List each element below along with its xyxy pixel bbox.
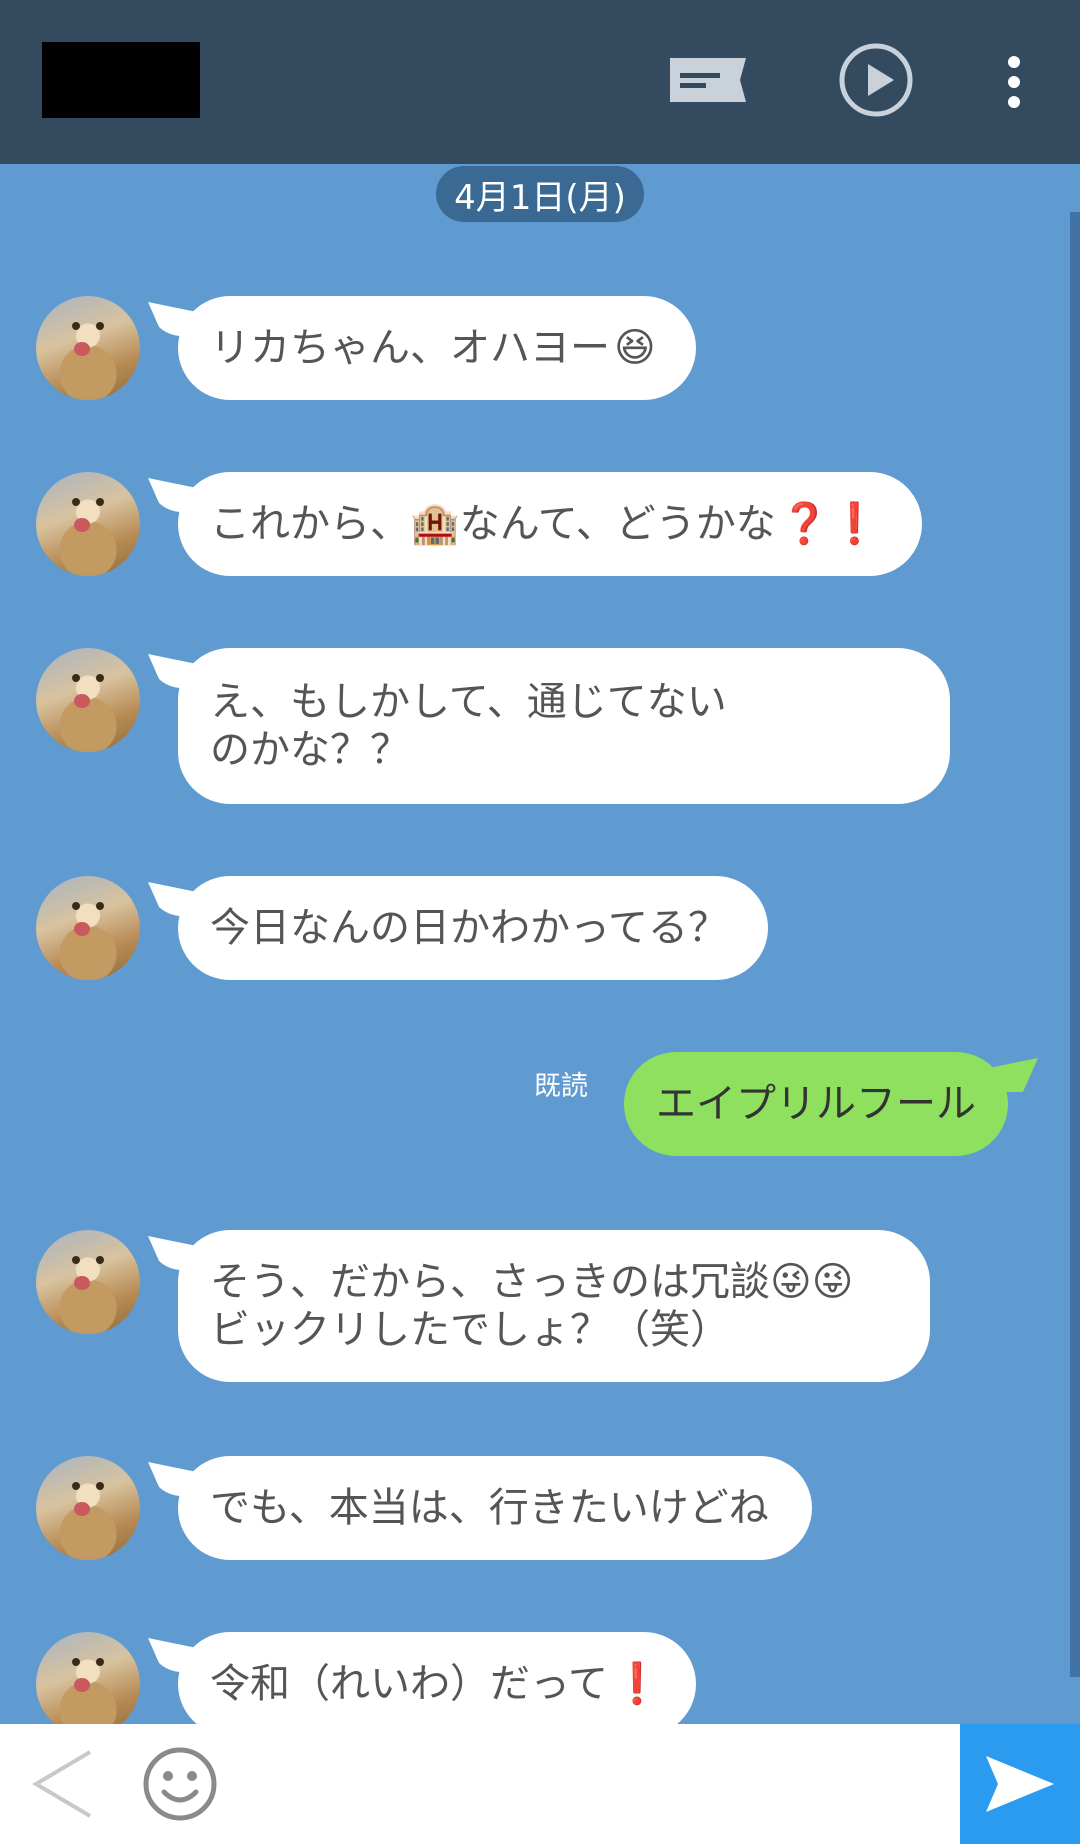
message-text: リカちゃん、オハヨー xyxy=(210,325,610,371)
message-text: これから、🏨なんて、どうかな xyxy=(210,501,776,547)
exclamation-emoji-icon: ❗ xyxy=(612,1661,662,1707)
message-icon[interactable] xyxy=(668,56,748,108)
chat-title-redacted xyxy=(42,42,200,118)
send-icon xyxy=(986,1756,1054,1812)
chat-scrollbar[interactable] xyxy=(1070,212,1080,1677)
date-separator: 4月1日(月) xyxy=(436,166,644,222)
question-exclamation-emoji-icon: ❓❗ xyxy=(779,501,880,547)
message-text: 令和（れいわ）だって xyxy=(210,1661,608,1707)
avatar[interactable] xyxy=(36,1230,140,1334)
message-input-bar xyxy=(0,1724,1080,1844)
laughing-emoji-icon: 😆 xyxy=(614,325,656,371)
play-circle-icon[interactable] xyxy=(838,42,914,122)
message-bubble[interactable]: 令和（れいわ）だって ❗ xyxy=(178,1632,696,1736)
message-text: え、もしかして、通じてない のかな？？ xyxy=(210,679,727,773)
message-text: 今日なんの日かわかってる？ xyxy=(210,905,728,951)
avatar[interactable] xyxy=(36,1632,140,1736)
send-button[interactable] xyxy=(960,1724,1080,1844)
more-vertical-icon[interactable] xyxy=(1000,54,1028,114)
message-text: そう、だから、さっきのは冗談😜😜 ビックリしたでしょ？（笑） xyxy=(210,1259,854,1353)
message-bubble[interactable]: リカちゃん、オハヨー 😆 xyxy=(178,296,696,400)
message-bubble[interactable]: でも、本当は、行きたいけどね xyxy=(178,1456,812,1560)
chat-header xyxy=(0,0,1080,164)
message-bubble[interactable]: え、もしかして、通じてない のかな？？ xyxy=(178,648,950,804)
avatar[interactable] xyxy=(36,472,140,576)
message-bubble[interactable]: そう、だから、さっきのは冗談😜😜 ビックリしたでしょ？（笑） xyxy=(178,1230,930,1382)
message-bubble-sent[interactable]: エイプリルフール xyxy=(624,1052,1008,1156)
message-bubble[interactable]: 今日なんの日かわかってる？ xyxy=(178,876,768,980)
avatar[interactable] xyxy=(36,876,140,980)
avatar[interactable] xyxy=(36,1456,140,1560)
message-text: でも、本当は、行きたいけどね xyxy=(210,1485,769,1531)
message-text: エイプリルフール xyxy=(656,1081,976,1127)
read-receipt: 既読 xyxy=(534,1071,588,1102)
back-chevron-icon[interactable] xyxy=(30,1748,96,1824)
smiley-icon[interactable] xyxy=(142,1746,218,1826)
message-bubble[interactable]: これから、🏨なんて、どうかな ❓❗ xyxy=(178,472,922,576)
avatar[interactable] xyxy=(36,296,140,400)
avatar[interactable] xyxy=(36,648,140,752)
